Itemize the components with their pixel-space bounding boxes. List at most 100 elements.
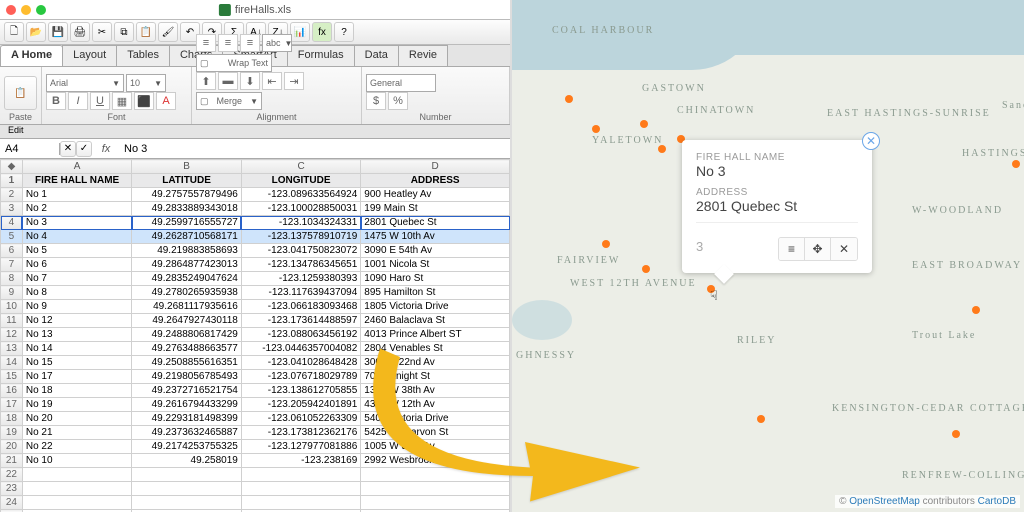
map-marker[interactable] <box>658 145 666 153</box>
zoom-window-button[interactable] <box>36 5 46 15</box>
percent-button[interactable]: % <box>388 92 408 110</box>
cell[interactable]: No 1 <box>22 188 131 202</box>
table-row[interactable]: 17No 1949.2616794433299-123.205942401891… <box>1 398 510 412</box>
cell[interactable] <box>132 482 242 496</box>
cell[interactable]: 900 Heatley Av <box>361 188 510 202</box>
spreadsheet-grid[interactable]: ◆ABCD 1FIRE HALL NAMELATITUDELONGITUDEAD… <box>0 159 510 512</box>
cell[interactable]: -123.117639437094 <box>241 286 360 300</box>
row-header[interactable]: 6 <box>1 244 23 258</box>
cell[interactable]: 49.2647927430118 <box>132 314 242 328</box>
cell[interactable]: LATITUDE <box>132 174 242 188</box>
table-row[interactable]: 5No 449.2628710568171-123.13757891071914… <box>1 230 510 244</box>
cell[interactable]: 3003 E 22nd Av <box>361 356 510 370</box>
indent-dec-button[interactable]: ⇤ <box>262 72 282 90</box>
cell[interactable] <box>241 468 360 482</box>
cell[interactable]: 49.2174253755325 <box>132 440 242 454</box>
cell[interactable]: 7070 Knight St <box>361 370 510 384</box>
cell[interactable] <box>132 468 242 482</box>
cell[interactable]: No 2 <box>22 202 131 216</box>
new-file-button[interactable]: 🗋 <box>4 22 24 42</box>
cell[interactable]: No 22 <box>22 440 131 454</box>
table-row[interactable]: 10No 949.2681117935616-123.0661830934681… <box>1 300 510 314</box>
align-center-button[interactable]: ≡ <box>218 34 238 52</box>
row-header[interactable]: 1 <box>1 174 23 188</box>
indent-inc-button[interactable]: ⇥ <box>284 72 304 90</box>
row-header[interactable]: 9 <box>1 286 23 300</box>
cell[interactable]: 49.2372716521754 <box>132 384 242 398</box>
row-header[interactable]: 24 <box>1 496 23 510</box>
cell[interactable]: 49.2488806817429 <box>132 328 242 342</box>
cut-button[interactable]: ✂ <box>92 22 112 42</box>
minimize-window-button[interactable] <box>21 5 31 15</box>
cell[interactable]: 4013 Prince Albert ST <box>361 328 510 342</box>
row-header[interactable]: 23 <box>1 482 23 496</box>
map-marker[interactable] <box>565 95 573 103</box>
cell[interactable]: 5425 Carnarvon St <box>361 426 510 440</box>
copy-button[interactable]: ⧉ <box>114 22 134 42</box>
cell[interactable]: -123.173812362176 <box>241 426 360 440</box>
cell[interactable]: 49.2599716555727 <box>132 216 242 230</box>
cell[interactable]: 49.2293181498399 <box>132 412 242 426</box>
cell[interactable]: No 17 <box>22 370 131 384</box>
map-marker[interactable] <box>592 125 600 133</box>
cell[interactable]: -123.134786345651 <box>241 258 360 272</box>
cell[interactable] <box>22 496 131 510</box>
cell[interactable]: 49.2198056785493 <box>132 370 242 384</box>
map-marker[interactable] <box>1012 160 1020 168</box>
table-row[interactable]: 7No 649.2864877423013-123.13478634565110… <box>1 258 510 272</box>
cell[interactable]: -123.061052263309 <box>241 412 360 426</box>
cell[interactable]: 49.2780265935938 <box>132 286 242 300</box>
popup-list-button[interactable]: ≡ <box>779 238 805 260</box>
table-row[interactable]: 14No 1549.2508855616351-123.041028648428… <box>1 356 510 370</box>
cell[interactable]: -123.1034324331 <box>241 216 360 230</box>
cell[interactable]: No 20 <box>22 412 131 426</box>
map-marker[interactable] <box>972 306 980 314</box>
cell[interactable]: 49.2864877423013 <box>132 258 242 272</box>
close-window-button[interactable] <box>6 5 16 15</box>
table-row[interactable]: 12No 1349.2488806817429-123.088063456192… <box>1 328 510 342</box>
popup-move-button[interactable]: ✥ <box>805 238 831 260</box>
cell[interactable]: No 3 <box>22 216 131 230</box>
cell-reference-box[interactable]: A4 <box>0 143 60 155</box>
cell[interactable]: No 4 <box>22 230 131 244</box>
cell[interactable]: 2460 Balaclava St <box>361 314 510 328</box>
row-header[interactable]: 12 <box>1 328 23 342</box>
formula-value[interactable]: No 3 <box>120 143 151 155</box>
font-name-select[interactable]: Arial▼ <box>46 74 124 92</box>
cell[interactable]: No 8 <box>22 286 131 300</box>
ribbon-tab-layout[interactable]: Layout <box>62 45 117 66</box>
cell[interactable]: No 15 <box>22 356 131 370</box>
table-row[interactable]: 8No 749.2835249047624-123.12593803931090… <box>1 272 510 286</box>
cell[interactable]: No 9 <box>22 300 131 314</box>
table-row[interactable]: 18No 2049.2293181498399-123.061052263309… <box>1 412 510 426</box>
cell[interactable]: -123.076718029789 <box>241 370 360 384</box>
cell[interactable]: 49.2763488663577 <box>132 342 242 356</box>
cell[interactable]: 2804 Venables St <box>361 342 510 356</box>
fill-color-button[interactable]: ⬛ <box>134 92 154 110</box>
format-painter-button[interactable]: 🖌 <box>158 22 178 42</box>
table-row[interactable]: 15No 1749.2198056785493-123.076718029789… <box>1 370 510 384</box>
cell[interactable]: 49.2628710568171 <box>132 230 242 244</box>
cell[interactable]: -123.1259380393 <box>241 272 360 286</box>
cell[interactable]: 49.2616794433299 <box>132 398 242 412</box>
cell[interactable]: No 12 <box>22 314 131 328</box>
cell[interactable]: 49.2835249047624 <box>132 272 242 286</box>
cartodb-link[interactable]: CartoDB <box>978 496 1016 507</box>
row-header[interactable]: 14 <box>1 356 23 370</box>
cell[interactable]: No 14 <box>22 342 131 356</box>
cell[interactable]: FIRE HALL NAME <box>22 174 131 188</box>
table-row[interactable]: 6No 549.219883858693-123.041750823072309… <box>1 244 510 258</box>
row-header[interactable]: 11 <box>1 314 23 328</box>
cell[interactable]: -123.041028648428 <box>241 356 360 370</box>
row-header[interactable]: 17 <box>1 398 23 412</box>
cell[interactable]: No 19 <box>22 398 131 412</box>
cell[interactable] <box>361 482 510 496</box>
column-header[interactable]: A <box>22 160 131 174</box>
cell[interactable]: 1475 W 10th Av <box>361 230 510 244</box>
row-header[interactable]: 15 <box>1 370 23 384</box>
map-view[interactable]: COAL HARBOURGASTOWNCHINATOWNYALETOWNEAST… <box>512 0 1024 512</box>
cell[interactable]: No 7 <box>22 272 131 286</box>
table-row[interactable]: 24 <box>1 496 510 510</box>
open-file-button[interactable]: 📂 <box>26 22 46 42</box>
formula-cancel-button[interactable]: ✕ <box>60 141 76 157</box>
